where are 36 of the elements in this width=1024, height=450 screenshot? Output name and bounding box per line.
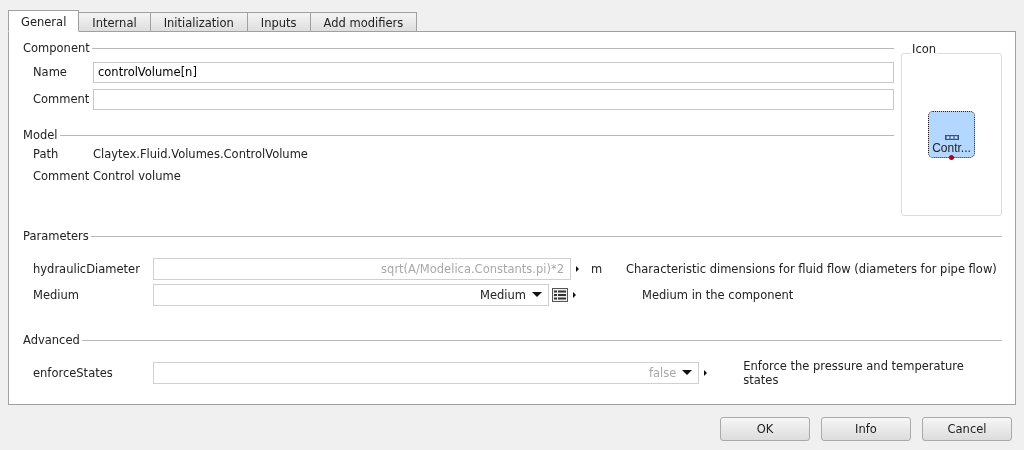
dialog-button[interactable]: OK [720, 417, 810, 441]
info-value: Control volume [93, 169, 181, 183]
parameter-dropdown[interactable]: Medium [153, 283, 549, 306]
text-field[interactable]: controlVolume[n] [93, 61, 894, 83]
parameter-name: Medium [32, 287, 80, 302]
menu-arrow-icon[interactable] [576, 265, 579, 272]
icon-caption: Contr... [932, 141, 971, 155]
tab[interactable]: General [8, 10, 80, 32]
list-icon[interactable] [552, 287, 568, 302]
connector-icon [949, 155, 954, 160]
section-title: Component [23, 41, 90, 55]
group-title: Icon [911, 42, 938, 56]
parameter-description: Medium in the component [642, 287, 794, 302]
parameter-name: hydraulicDiameter [32, 261, 141, 276]
parameter-name: enforceStates [32, 365, 114, 380]
dialog-button[interactable]: Cancel [922, 417, 1012, 441]
unit-label: m [590, 261, 604, 276]
tab[interactable]: Add modifiers [309, 12, 418, 31]
menu-arrow-icon[interactable] [573, 291, 576, 298]
section-title: Model [23, 128, 58, 142]
parameter-description: Enforce the pressure and temperature states [743, 358, 965, 387]
dialog-button[interactable]: Info [821, 417, 911, 441]
info-label: Comment [32, 169, 91, 183]
tab[interactable]: Internal [78, 12, 151, 31]
field-label: Name [32, 65, 68, 79]
tab[interactable]: Initialization [149, 12, 248, 31]
section-title: Parameters [23, 229, 89, 243]
menu-arrow-icon[interactable] [704, 369, 708, 376]
info-label: Path [32, 147, 60, 161]
parameter-description: Characteristic dimensions for fluid flow (diameters for pipe flow) [626, 261, 997, 276]
info-value: Claytex.Fluid.Volumes.ControlVolume [93, 147, 308, 161]
field-label: Comment [32, 92, 91, 106]
section-title: Advanced [23, 333, 80, 347]
tab[interactable]: Inputs [246, 12, 311, 31]
port-icon [944, 135, 959, 140]
text-field[interactable] [93, 88, 894, 110]
